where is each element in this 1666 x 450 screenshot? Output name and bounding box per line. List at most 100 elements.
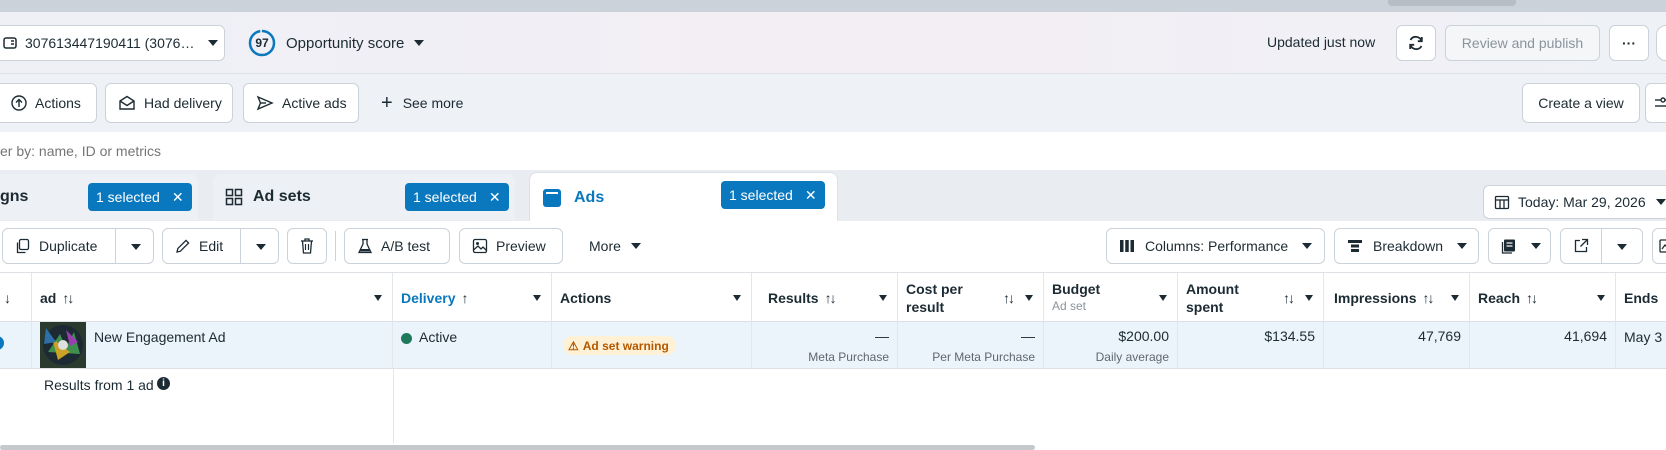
edit-button[interactable]: Edit bbox=[162, 228, 279, 264]
chevron-down-icon[interactable] bbox=[1305, 295, 1313, 301]
filter-had-delivery-label: Had delivery bbox=[144, 95, 222, 111]
header-cost-per-result[interactable]: Cost per result ↑↓ bbox=[898, 273, 1044, 323]
create-view-label: Create a view bbox=[1538, 95, 1624, 111]
impressions-value: 47,769 bbox=[1418, 328, 1461, 344]
campaigns-selected-badge[interactable]: 1 selected ✕ bbox=[88, 183, 192, 211]
sort-icon: ↑↓ bbox=[1003, 290, 1015, 306]
opportunity-score-value: 97 bbox=[255, 36, 269, 50]
tab-ads[interactable]: Ads 1 selected ✕ bbox=[529, 172, 838, 222]
tab-campaigns[interactable]: gns 1 selected ✕ bbox=[0, 174, 198, 220]
send-icon bbox=[256, 95, 274, 111]
filter-row: Actions Had delivery Active ads + See mo… bbox=[0, 74, 1666, 132]
filter-actions-button[interactable]: Actions bbox=[0, 83, 97, 123]
header-results-label: Results bbox=[768, 290, 819, 306]
header-amount-spent[interactable]: Amount spent ↑↓ bbox=[1178, 273, 1324, 323]
header-reach[interactable]: Reach ↑↓ bbox=[1470, 273, 1616, 323]
row-impressions-cell: 47,769 bbox=[1324, 322, 1470, 368]
more-actions-button[interactable]: More bbox=[580, 228, 650, 264]
header-bar: 307613447190411 (3076… 97 Opportunity sc… bbox=[0, 12, 1666, 74]
header-select-sort[interactable]: ↓ bbox=[0, 273, 32, 323]
breakdown-icon bbox=[1347, 239, 1363, 253]
active-status-dot bbox=[401, 333, 412, 344]
tab-campaigns-label: gns bbox=[0, 188, 29, 205]
divider bbox=[115, 229, 116, 263]
budget-subtext: Daily average bbox=[1095, 350, 1169, 364]
header-ad[interactable]: ad ↑↓ bbox=[32, 273, 393, 323]
header-actions[interactable]: Actions bbox=[552, 273, 752, 323]
chevron-down-icon[interactable] bbox=[1451, 295, 1459, 301]
ad-thumbnail[interactable] bbox=[40, 322, 86, 368]
header-budget-sub: Ad set bbox=[1052, 299, 1087, 313]
preview-button[interactable]: Preview bbox=[459, 228, 563, 264]
row-ad-cell[interactable]: New Engagement Ad bbox=[32, 322, 393, 368]
ab-test-button[interactable]: A/B test bbox=[344, 228, 450, 264]
export-button[interactable] bbox=[1560, 228, 1643, 264]
opportunity-score-button[interactable]: 97 Opportunity score bbox=[243, 25, 429, 61]
chart-button[interactable] bbox=[1652, 228, 1666, 264]
tab-ads-label: Ads bbox=[574, 188, 605, 206]
ad-icon bbox=[542, 188, 562, 208]
filter-had-delivery-button[interactable]: Had delivery bbox=[105, 83, 233, 123]
ad-name[interactable]: New Engagement Ad bbox=[94, 329, 226, 345]
divider bbox=[1601, 229, 1602, 263]
chevron-down-icon[interactable] bbox=[733, 295, 741, 301]
chevron-down-icon[interactable] bbox=[1159, 295, 1167, 301]
chevron-down-icon[interactable] bbox=[879, 295, 887, 301]
see-more-label: See more bbox=[402, 95, 464, 111]
chevron-down-icon[interactable] bbox=[131, 244, 141, 250]
more-actions-label: More bbox=[589, 238, 621, 254]
header-ends[interactable]: Ends bbox=[1616, 273, 1666, 323]
ads-selected-badge[interactable]: 1 selected ✕ bbox=[721, 181, 825, 209]
date-range-picker[interactable]: Today: Mar 29, 2026 bbox=[1483, 185, 1666, 219]
chevron-down-icon[interactable] bbox=[533, 295, 541, 301]
close-icon[interactable]: ✕ bbox=[805, 187, 817, 204]
warning-badge[interactable]: ⚠ Ad set warning bbox=[563, 336, 676, 355]
chevron-down-icon[interactable] bbox=[1617, 244, 1627, 250]
refresh-button[interactable] bbox=[1396, 25, 1436, 61]
breakdown-button[interactable]: Breakdown bbox=[1334, 228, 1479, 264]
chevron-down-icon bbox=[1302, 243, 1313, 249]
account-selector[interactable]: 307613447190411 (3076… bbox=[0, 25, 225, 61]
chevron-down-icon[interactable] bbox=[374, 295, 382, 301]
header-delivery[interactable]: Delivery ↑ bbox=[393, 273, 552, 323]
header-impressions[interactable]: Impressions ↑↓ bbox=[1324, 273, 1470, 323]
sort-icon: ↑↓ bbox=[1283, 290, 1295, 306]
delete-button[interactable] bbox=[287, 228, 327, 264]
level-tabs: gns 1 selected ✕ Ad sets 1 selected ✕ Ad… bbox=[0, 170, 1666, 222]
columns-button[interactable]: Columns: Performance bbox=[1106, 228, 1325, 264]
chevron-down-icon bbox=[1655, 199, 1666, 205]
chevron-down-icon[interactable] bbox=[1597, 295, 1605, 301]
cost-subtext: Per Meta Purchase bbox=[932, 350, 1035, 364]
chevron-down-icon bbox=[208, 40, 219, 46]
table-toolbar: Duplicate Edit A/B test Preview More Col… bbox=[0, 221, 1666, 273]
avatar[interactable] bbox=[1656, 25, 1666, 61]
actions-icon bbox=[11, 95, 27, 111]
create-view-button[interactable]: Create a view bbox=[1522, 83, 1640, 123]
duplicate-icon bbox=[15, 238, 31, 254]
info-icon[interactable]: i bbox=[157, 377, 170, 390]
filter-active-ads-button[interactable]: Active ads bbox=[243, 83, 359, 123]
search-input[interactable] bbox=[0, 132, 1666, 170]
duplicate-button[interactable]: Duplicate bbox=[2, 228, 154, 264]
header-budget[interactable]: Budget Ad set bbox=[1044, 273, 1178, 323]
row-toggle-cell[interactable] bbox=[0, 322, 32, 368]
chevron-down-icon[interactable] bbox=[256, 244, 266, 250]
close-icon[interactable]: ✕ bbox=[172, 189, 184, 206]
header-delivery-label: Delivery bbox=[401, 290, 456, 306]
see-more-button[interactable]: + See more bbox=[372, 83, 472, 123]
columns-label: Columns: Performance bbox=[1145, 238, 1289, 254]
row-toggle[interactable] bbox=[0, 336, 4, 350]
horizontal-scrollbar[interactable] bbox=[0, 445, 1035, 450]
row-amount-cell: $134.55 bbox=[1178, 322, 1324, 368]
review-and-publish-button[interactable]: Review and publish bbox=[1445, 25, 1600, 61]
table-row[interactable]: New Engagement Ad Active ⚠ Ad set warnin… bbox=[0, 322, 1666, 369]
close-icon[interactable]: ✕ bbox=[489, 189, 501, 206]
ad-sets-selected-badge[interactable]: 1 selected ✕ bbox=[405, 183, 509, 211]
chevron-down-icon[interactable] bbox=[1025, 295, 1033, 301]
more-options-button[interactable]: ··· bbox=[1609, 25, 1649, 61]
cost-value: — bbox=[1021, 328, 1035, 344]
view-settings-button[interactable] bbox=[1645, 83, 1666, 123]
tab-ad-sets[interactable]: Ad sets 1 selected ✕ bbox=[213, 174, 515, 220]
reports-button[interactable] bbox=[1488, 228, 1551, 264]
header-results[interactable]: Results ↑↓ bbox=[752, 273, 898, 323]
